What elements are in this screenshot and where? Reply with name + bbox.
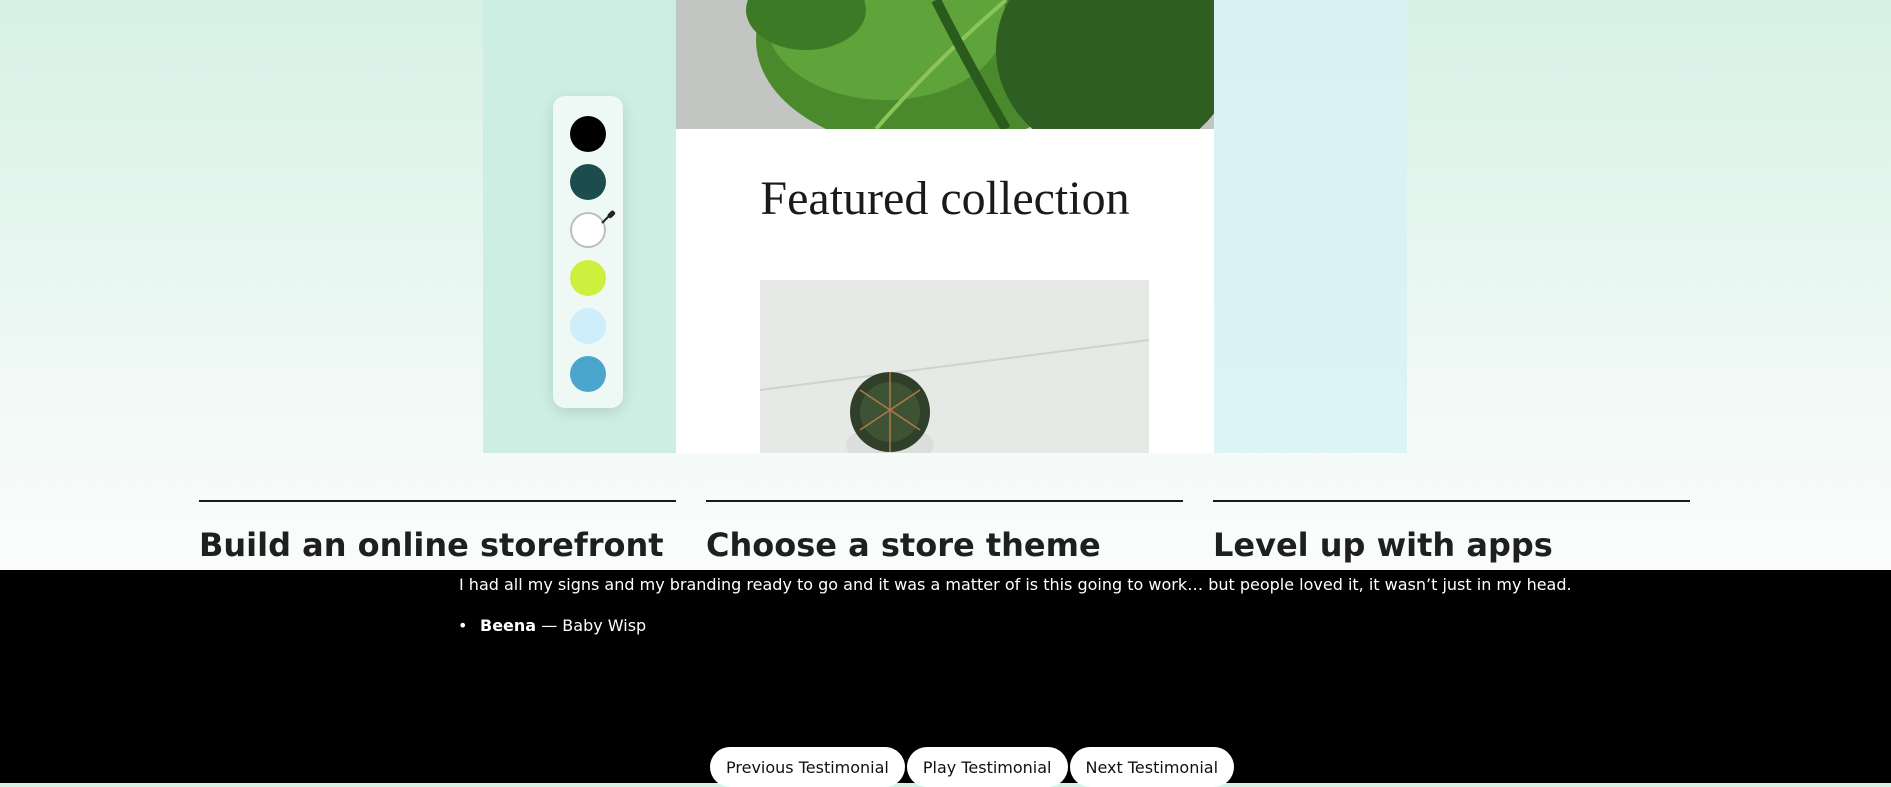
monstera-leaf-image [676, 0, 1214, 129]
testimonial-author: • Beena — Baby Wisp [458, 616, 647, 635]
hero-showcase: Featured collection [483, 0, 1407, 453]
testimonial-controls: Previous Testimonial Play Testimonial Ne… [710, 747, 1235, 787]
store-preview-card: Featured collection [676, 0, 1214, 453]
swatch-black[interactable] [570, 116, 606, 152]
swatch-lime[interactable] [570, 260, 606, 296]
testimonial-quote: I had all my signs and my branding ready… [459, 575, 1572, 594]
hero-right-panel [1214, 0, 1407, 453]
feature-apps: Level up with apps [1213, 500, 1690, 564]
swatch-dark-teal[interactable] [570, 164, 606, 200]
eyedropper-icon [601, 210, 616, 224]
author-separator: — [541, 616, 558, 635]
author-company: Baby Wisp [562, 616, 647, 635]
feature-storefront: Build an online storefront [199, 500, 676, 564]
cactus-product-image[interactable] [760, 280, 1149, 453]
swatch-sky-blue[interactable] [570, 356, 606, 392]
featured-collection-title: Featured collection [760, 172, 1130, 225]
bullet-icon: • [458, 616, 468, 635]
author-name: Beena [480, 616, 537, 635]
feature-title: Choose a store theme [706, 526, 1101, 564]
hero-left-panel [483, 0, 676, 453]
color-palette [553, 96, 623, 408]
swatch-light-blue[interactable] [570, 308, 606, 344]
next-testimonial-button[interactable]: Next Testimonial [1069, 747, 1235, 787]
testimonial-section: I had all my signs and my branding ready… [0, 570, 1891, 787]
feature-title: Build an online storefront [199, 526, 664, 564]
previous-testimonial-button[interactable]: Previous Testimonial [710, 747, 905, 787]
play-testimonial-button[interactable]: Play Testimonial [906, 747, 1068, 787]
feature-title: Level up with apps [1213, 526, 1553, 564]
feature-theme: Choose a store theme [706, 500, 1183, 564]
